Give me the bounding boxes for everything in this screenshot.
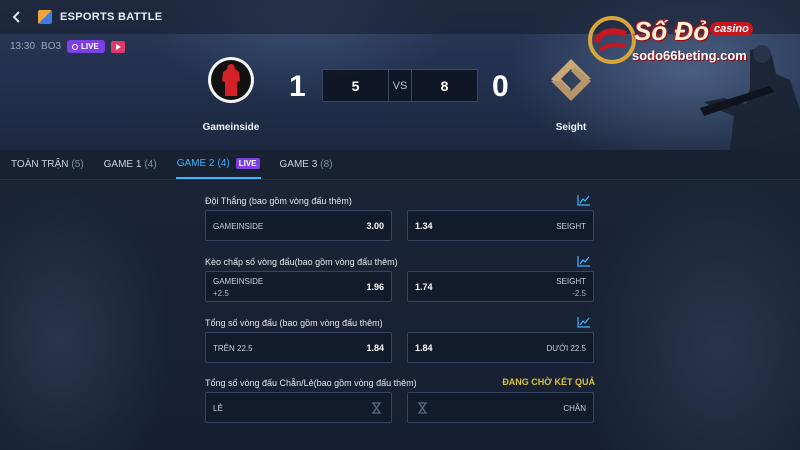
tab-label: GAME 2 (176, 157, 215, 169)
market-title: Kèo chấp số vòng đấu(bao gồm vòng đấu th… (205, 257, 398, 267)
odds-row: LẺ CHẴN (205, 392, 595, 423)
chart-icon[interactable] (577, 255, 591, 267)
chart-icon[interactable] (577, 316, 591, 328)
match-format: BO3 (41, 41, 62, 52)
hourglass-icon (418, 402, 427, 414)
odd-button-right[interactable]: 1.84 DƯỚI 22.5 (407, 332, 594, 363)
tab-game-3[interactable]: GAME 3 (8) (279, 149, 334, 179)
odds-value: 1.84 (366, 343, 384, 353)
odds-value: 1.34 (415, 221, 433, 231)
odd-button-right-locked: CHẴN (407, 392, 594, 423)
game-tabs: TOÀN TRẬN (5) GAME 1 (4) GAME 2 (4) LIVE… (0, 150, 800, 180)
market-winner: Đội Thắng (bao gồm vòng đấu thêm) GAMEIN… (205, 194, 595, 241)
round-score-box: 5 VS 8 (322, 69, 478, 102)
tab-live-badge: LIVE (235, 157, 260, 169)
stream-play-button[interactable] (110, 40, 125, 53)
pending-result-status: ĐANG CHỜ KẾT QUẢ (502, 377, 595, 387)
selection-name: SEIGHT (556, 222, 586, 231)
odds-value: 1.84 (415, 343, 433, 353)
market-total-rounds: Tổng số vòng đấu (bao gồm vòng đấu thêm)… (205, 316, 595, 363)
odds-value: 1.74 (415, 282, 433, 292)
selection-name: TRÊN 22.5 (213, 344, 253, 353)
tab-game-1[interactable]: GAME 1 (4) (103, 149, 158, 179)
score-left: 1 (289, 70, 306, 103)
selection-name: DƯỚI 22.5 (546, 344, 586, 353)
selection-name: CHẴN (563, 404, 586, 413)
match-header: ESPORTS BATTLE 13:30 BO3 LIVE Gameinside… (0, 0, 800, 150)
rounds-right: 8 (440, 77, 449, 94)
tab-count: (8) (320, 158, 333, 170)
selection-name: GAMEINSIDE (213, 277, 264, 286)
odds-row: GAMEINSIDE 3.00 1.34 SEIGHT (205, 210, 595, 241)
match-meta: 13:30 BO3 LIVE (10, 40, 125, 53)
tab-count: (4) (217, 157, 230, 169)
tab-game-2[interactable]: GAME 2 (4) LIVE (175, 149, 261, 179)
tab-label: TOÀN TRẬN (11, 158, 69, 170)
page-title: ESPORTS BATTLE (60, 11, 163, 23)
brand-name: Số Đỏ (634, 16, 710, 46)
odd-button-left[interactable]: GAMEINSIDE 3.00 (205, 210, 392, 241)
brand-swirl-icon (588, 16, 636, 64)
odd-button-left[interactable]: GAMEINSIDE +2.5 1.96 (205, 271, 392, 302)
market-odd-even: Tổng số vòng đấu Chẵn/Lẻ(bao gồm vòng đấ… (205, 376, 595, 423)
match-time: 13:30 (10, 41, 36, 52)
back-button[interactable] (0, 0, 34, 34)
gameinside-logo-icon (208, 57, 254, 103)
play-icon (115, 43, 121, 50)
score-right: 0 (492, 70, 509, 103)
odds-row: TRÊN 22.5 1.84 1.84 DƯỚI 22.5 (205, 332, 595, 363)
live-badge: LIVE (67, 40, 105, 53)
odd-button-left[interactable]: TRÊN 22.5 1.84 (205, 332, 392, 363)
vs-label: VS (388, 69, 412, 102)
team-left-name: Gameinside (202, 122, 260, 133)
market-title: Tổng số vòng đấu (bao gồm vòng đấu thêm) (205, 318, 383, 328)
handicap-line: +2.5 (213, 289, 229, 298)
odds-value: 1.96 (366, 282, 384, 292)
odds-row: GAMEINSIDE +2.5 1.96 1.74 SEIGHT -2.5 (205, 271, 595, 302)
tab-count: (4) (144, 158, 157, 170)
chevron-left-icon (12, 11, 20, 23)
selection-name: LẺ (213, 404, 223, 413)
handicap-line: -2.5 (572, 289, 586, 298)
odd-button-right[interactable]: 1.74 SEIGHT -2.5 (407, 271, 594, 302)
odd-button-left-locked: LẺ (205, 392, 392, 423)
tab-label: GAME 1 (103, 158, 142, 170)
live-label: LIVE (81, 42, 99, 51)
odds-value: 3.00 (366, 221, 384, 231)
odd-button-right[interactable]: 1.34 SEIGHT (407, 210, 594, 241)
market-handicap: Kèo chấp số vòng đấu(bao gồm vòng đấu th… (205, 255, 595, 302)
tab-full-match[interactable]: TOÀN TRẬN (5) (10, 149, 85, 179)
chart-icon[interactable] (577, 194, 591, 206)
tab-count: (5) (71, 158, 84, 170)
tab-label: GAME 3 (279, 158, 318, 170)
selection-name: SEIGHT (556, 277, 586, 286)
live-dot-icon (72, 43, 79, 50)
markets-panel: Đội Thắng (bao gồm vòng đấu thêm) GAMEIN… (0, 181, 800, 450)
hourglass-icon (372, 402, 381, 414)
team-right-name: Seight (555, 122, 587, 133)
team-left: Gameinside (186, 56, 276, 133)
game-logo-icon (38, 10, 52, 24)
selection-name: GAMEINSIDE (213, 222, 264, 231)
rounds-left: 5 (351, 77, 360, 94)
soldier-illustration-icon (700, 45, 800, 150)
market-title: Đội Thắng (bao gồm vòng đấu thêm) (205, 196, 352, 206)
